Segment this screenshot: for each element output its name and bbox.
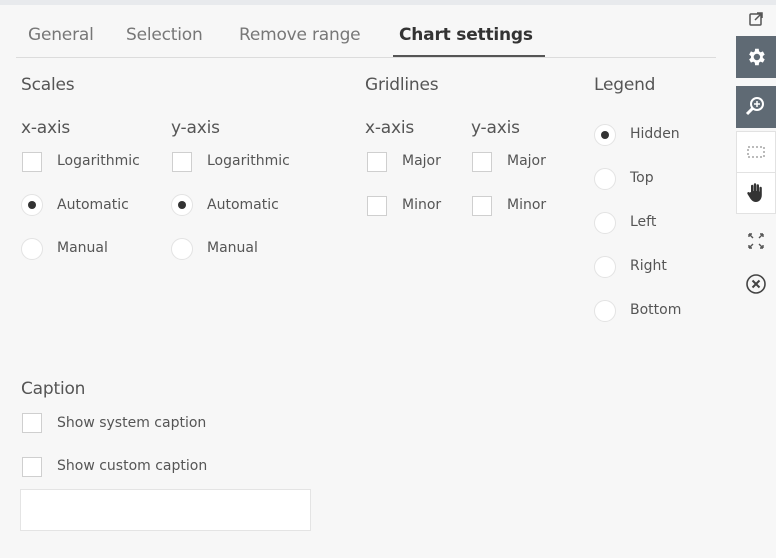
y-minor-label: Minor: [507, 197, 547, 213]
scales-heading: Scales: [21, 75, 75, 95]
y-automatic-radio[interactable]: [171, 194, 193, 216]
selection-box-icon: [747, 146, 765, 158]
tab-remove-range[interactable]: Remove range: [239, 25, 361, 45]
show-system-caption-label: Show system caption: [57, 415, 207, 431]
legend-right-radio[interactable]: [594, 256, 616, 278]
tab-selection[interactable]: Selection: [126, 25, 203, 45]
zoom-icon: [745, 97, 764, 116]
legend-top-radio[interactable]: [594, 168, 616, 190]
active-tab-indicator: [393, 55, 545, 57]
legend-bottom-radio[interactable]: [594, 300, 616, 322]
tab-divider: [16, 57, 716, 58]
close-button[interactable]: [736, 268, 776, 300]
y-major-label: Major: [507, 153, 546, 169]
tab-chart-settings[interactable]: Chart settings: [399, 25, 533, 45]
x-logarithmic-checkbox[interactable]: [22, 152, 42, 172]
x-logarithmic-label: Logarithmic: [57, 153, 140, 169]
custom-caption-input[interactable]: [20, 489, 311, 531]
x-major-checkbox[interactable]: [367, 152, 387, 172]
x-major-label: Major: [402, 153, 441, 169]
expand-window-button[interactable]: [736, 6, 776, 32]
y-automatic-label: Automatic: [207, 197, 279, 213]
legend-right-label: Right: [630, 258, 667, 274]
x-automatic-label: Automatic: [57, 197, 129, 213]
pan-hand-icon: [747, 183, 762, 202]
y-major-checkbox[interactable]: [472, 152, 492, 172]
scales-y-axis-heading: y-axis: [171, 118, 220, 138]
y-minor-checkbox[interactable]: [472, 196, 492, 216]
close-circle-icon: [746, 274, 766, 294]
show-custom-caption-checkbox[interactable]: [22, 457, 42, 477]
fit-to-view-button[interactable]: [736, 226, 776, 256]
gridlines-x-axis-heading: x-axis: [365, 118, 415, 138]
legend-hidden-radio[interactable]: [594, 124, 616, 146]
gear-icon: [749, 48, 765, 66]
legend-left-label: Left: [630, 214, 657, 230]
y-manual-label: Manual: [207, 240, 258, 256]
x-automatic-radio[interactable]: [21, 194, 43, 216]
show-custom-caption-label: Show custom caption: [57, 458, 208, 474]
y-manual-radio[interactable]: [171, 238, 193, 260]
legend-bottom-label: Bottom: [630, 302, 682, 318]
x-minor-label: Minor: [402, 197, 442, 213]
legend-heading: Legend: [594, 75, 656, 95]
x-manual-label: Manual: [57, 240, 108, 256]
legend-hidden-label: Hidden: [630, 126, 680, 142]
top-border: [0, 0, 776, 5]
caption-heading: Caption: [21, 379, 86, 399]
expand-window-icon: [749, 12, 763, 26]
legend-top-label: Top: [630, 170, 654, 186]
gridlines-y-axis-heading: y-axis: [471, 118, 520, 138]
x-manual-radio[interactable]: [21, 238, 43, 260]
y-logarithmic-checkbox[interactable]: [172, 152, 192, 172]
tab-general[interactable]: General: [28, 25, 94, 45]
show-system-caption-checkbox[interactable]: [22, 413, 42, 433]
pan-button[interactable]: [736, 172, 776, 214]
zoom-button[interactable]: [736, 86, 776, 128]
select-box-button[interactable]: [736, 131, 776, 173]
scales-x-axis-heading: x-axis: [21, 118, 71, 138]
fit-arrows-icon: [748, 233, 764, 249]
x-minor-checkbox[interactable]: [367, 196, 387, 216]
gridlines-heading: Gridlines: [365, 75, 439, 95]
legend-left-radio[interactable]: [594, 212, 616, 234]
y-logarithmic-label: Logarithmic: [207, 153, 290, 169]
settings-button[interactable]: [736, 36, 776, 78]
